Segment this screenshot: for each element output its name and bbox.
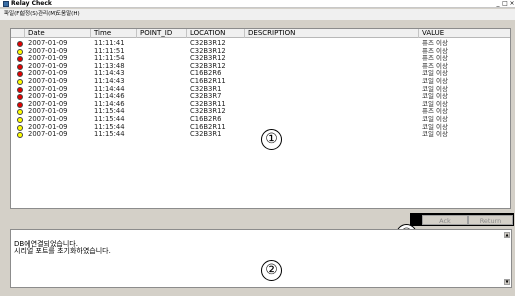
- alarm-status-red-icon: [17, 63, 23, 70]
- alarm-status-yellow-icon: [17, 132, 23, 139]
- action-button-bar: Ack Return: [410, 213, 514, 226]
- app-icon: [3, 1, 9, 7]
- alarm-status-yellow-icon: [17, 117, 23, 123]
- menu-settings[interactable]: 설정(S): [20, 11, 38, 18]
- column-header-time[interactable]: Time: [91, 29, 137, 38]
- return-button[interactable]: Return: [468, 215, 513, 225]
- alarm-list-header: Date Time POINT_ID LOCATION DESCRIPTION …: [11, 29, 510, 38]
- ack-button[interactable]: Ack: [422, 215, 468, 225]
- column-header-description[interactable]: DESCRIPTION: [245, 29, 419, 38]
- menu-help[interactable]: 도움말(H): [56, 11, 80, 18]
- maximize-button[interactable]: □: [502, 1, 508, 7]
- cell-date: 2007-01-09: [28, 130, 68, 139]
- scroll-down-button[interactable]: ▼: [504, 279, 510, 285]
- alarm-status-yellow-icon: [17, 124, 23, 131]
- window-title: Relay Check: [11, 0, 52, 7]
- title-bar: Relay Check _ □ ×: [0, 0, 515, 8]
- alarm-status-yellow-icon: [17, 48, 23, 55]
- column-header-location[interactable]: LOCATION: [187, 29, 245, 38]
- column-header-date[interactable]: Date: [25, 29, 91, 38]
- alarm-status-red-icon: [17, 101, 23, 108]
- column-header-value[interactable]: VALUE: [419, 29, 510, 38]
- close-button[interactable]: ×: [509, 1, 515, 7]
- alarm-status-yellow-icon: [17, 109, 23, 116]
- callout-marker-two: ②: [261, 260, 282, 281]
- menu-manage[interactable]: 관리(M): [38, 11, 57, 18]
- alarm-status-yellow-icon: [17, 79, 23, 85]
- log-panel[interactable]: DB에연결되었습니다. 시리얼 포트를 초기화하였습니다. ▲ ▼: [10, 229, 512, 288]
- alarm-status-red-icon: [17, 94, 23, 101]
- scroll-up-button[interactable]: ▲: [504, 232, 510, 238]
- alarm-status-red-icon: [17, 41, 23, 47]
- alarm-status-red-icon: [17, 86, 23, 93]
- column-header-status[interactable]: [11, 29, 25, 38]
- alarm-status-red-icon: [17, 71, 23, 78]
- minimize-button[interactable]: _: [495, 1, 501, 7]
- callout-marker-one: ①: [261, 129, 282, 150]
- alarm-status-red-icon: [17, 56, 23, 63]
- cell-value: 코일 이상: [422, 130, 448, 139]
- menu-bar: 파일(F) 설정(S) 관리(M) 도움말(H): [0, 9, 515, 20]
- column-header-point-id[interactable]: POINT_ID: [137, 29, 187, 38]
- cell-location: C32B3R1: [190, 130, 222, 139]
- cell-time: 11:15:44: [94, 130, 125, 139]
- log-line: 시리얼 포트를 초기화하였습니다.: [14, 247, 111, 255]
- menu-file[interactable]: 파일(F): [4, 11, 22, 18]
- alarm-list[interactable]: Date Time POINT_ID LOCATION DESCRIPTION …: [10, 28, 511, 209]
